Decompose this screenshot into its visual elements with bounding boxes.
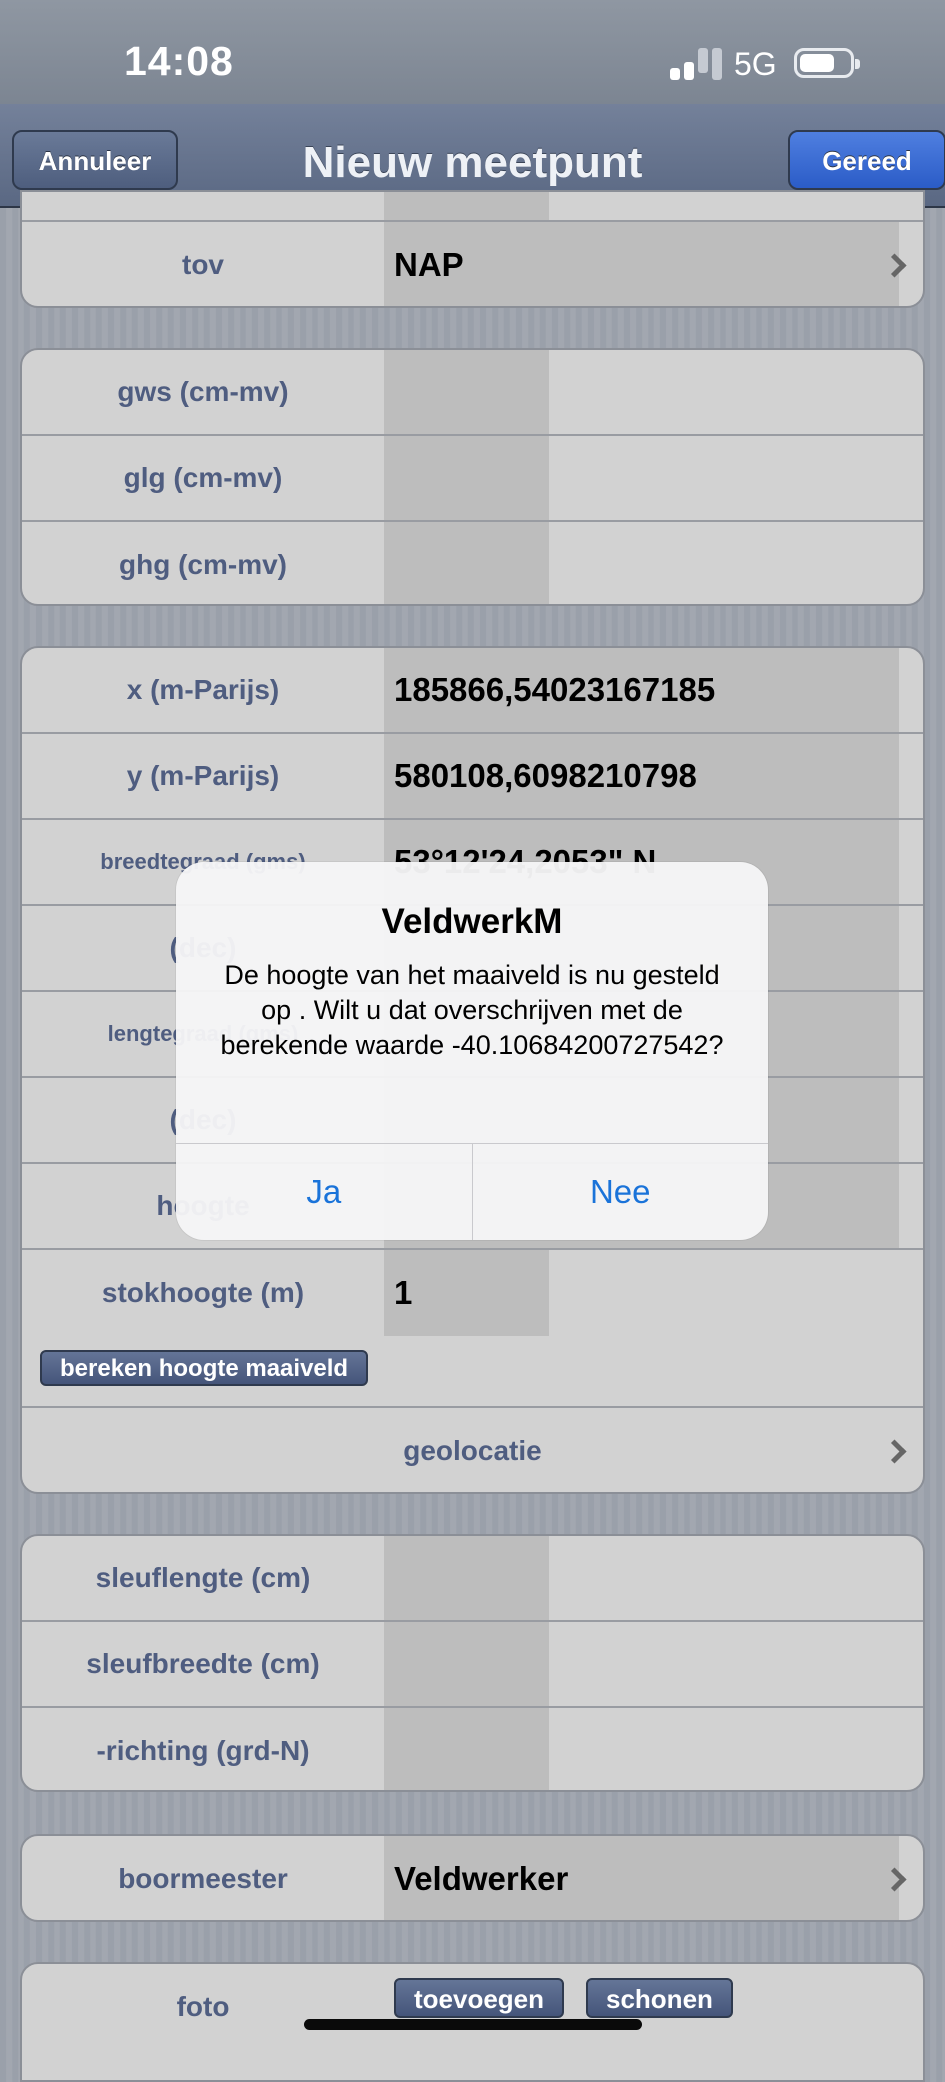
alert-no-button[interactable]: Nee bbox=[471, 1144, 769, 1240]
alert-actions: Ja Nee bbox=[176, 1143, 768, 1240]
alert-yes-button[interactable]: Ja bbox=[176, 1144, 472, 1240]
home-indicator[interactable] bbox=[304, 2019, 642, 2030]
alert-dialog: VeldwerkM De hoogte van het maaiveld is … bbox=[176, 862, 768, 1240]
alert-title: VeldwerkM bbox=[381, 902, 563, 941]
alert-message: De hoogte van het maaiveld is nu gesteld… bbox=[220, 960, 724, 1060]
